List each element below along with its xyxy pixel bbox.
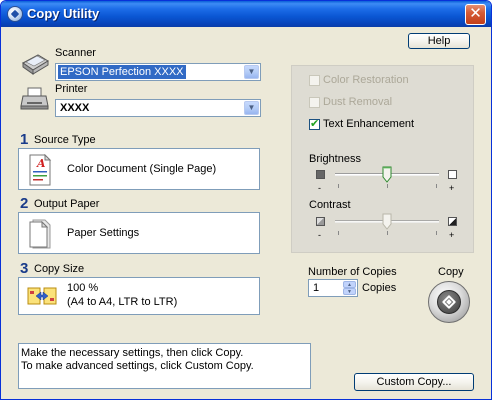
copy-size-icon: [27, 284, 57, 310]
brightness-high-icon: [448, 170, 457, 179]
close-button[interactable]: ✕: [465, 4, 486, 25]
brightness-label: Brightness: [309, 153, 361, 165]
printer-select[interactable]: XXXX ▼: [55, 99, 261, 117]
brightness-tick: [436, 184, 437, 188]
status-line-2: To make advanced settings, click Custom …: [21, 360, 254, 372]
text-enhancement-checkbox[interactable]: [309, 117, 320, 130]
contrast-plus: +: [449, 230, 455, 240]
app-icon: [7, 6, 23, 22]
step-title-copy-size: Copy Size: [34, 263, 85, 275]
chevron-down-icon[interactable]: ▼: [244, 65, 259, 79]
color-restoration-label: Color Restoration: [323, 74, 409, 86]
spin-up-button[interactable]: ▲: [343, 281, 356, 288]
svg-text:A: A: [36, 157, 46, 170]
color-restoration-checkbox[interactable]: [309, 75, 320, 86]
dust-removal-checkbox[interactable]: [309, 97, 320, 108]
brightness-low-icon: [316, 170, 325, 179]
window-title: Copy Utility: [27, 6, 100, 21]
chevron-down-icon[interactable]: ▼: [244, 101, 259, 115]
printer-icon: [20, 85, 50, 113]
step-title-output-paper: Output Paper: [34, 198, 100, 210]
dust-removal-label: Dust Removal: [323, 96, 393, 108]
scanner-value: EPSON Perfection XXXX: [58, 65, 186, 79]
status-line-1: Make the necessary settings, then click …: [21, 347, 244, 359]
contrast-tick: [387, 231, 388, 235]
brightness-plus: +: [449, 183, 455, 193]
output-paper-panel[interactable]: Paper Settings: [18, 212, 260, 254]
brightness-minus: -: [318, 183, 321, 193]
contrast-high-icon: [448, 217, 457, 226]
contrast-label: Contrast: [309, 199, 351, 211]
client-area: Help Scanner EPSON Perfection XXXX ▼ Pri…: [4, 27, 488, 397]
copy-utility-window: Copy Utility ✕ Help Scanner EPSON Perfec…: [0, 0, 492, 400]
copy-size-percent: 100 %: [67, 282, 99, 294]
paper-icon: [29, 219, 51, 249]
brightness-tick: [387, 184, 388, 188]
step-number-1: 1: [20, 131, 29, 148]
printer-value: XXXX: [60, 102, 90, 114]
contrast-tick: [436, 231, 437, 235]
source-type-value: Color Document (Single Page): [67, 163, 217, 175]
copies-spinner[interactable]: 1 ▲ ▼: [308, 279, 358, 297]
scanner-label: Scanner: [55, 47, 96, 59]
copies-value[interactable]: 1: [313, 282, 319, 294]
copies-label: Number of Copies: [308, 266, 397, 278]
printer-label: Printer: [55, 83, 88, 95]
output-paper-value: Paper Settings: [67, 227, 140, 239]
step-number-3: 3: [20, 260, 29, 277]
contrast-low-icon: [316, 217, 325, 226]
copy-button[interactable]: [428, 281, 470, 323]
copy-size-panel[interactable]: 100 % (A4 to A4, LTR to LTR): [18, 277, 260, 315]
source-type-panel[interactable]: A Color Document (Single Page): [18, 148, 260, 190]
contrast-tick: [338, 231, 339, 235]
spin-down-button[interactable]: ▼: [343, 288, 356, 295]
copy-button-label: Copy: [438, 266, 464, 278]
options-panel: Color Restoration Dust Removal Text Enha…: [291, 65, 474, 253]
step-title-source-type: Source Type: [34, 134, 96, 146]
copies-unit: Copies: [362, 282, 397, 294]
contrast-minus: -: [318, 230, 321, 240]
title-bar[interactable]: Copy Utility ✕: [1, 1, 491, 27]
color-document-icon: A: [28, 153, 52, 186]
custom-copy-button[interactable]: Custom Copy...: [354, 373, 474, 391]
chevron-down-icon: ▼: [347, 289, 352, 295]
scanner-icon: [20, 49, 50, 77]
close-icon: ✕: [469, 5, 482, 22]
contrast-slider-thumb[interactable]: [382, 213, 392, 230]
scanner-select[interactable]: EPSON Perfection XXXX ▼: [55, 63, 261, 81]
copy-start-icon: [437, 290, 461, 314]
help-button[interactable]: Help: [408, 33, 470, 49]
status-message-box: Make the necessary settings, then click …: [18, 343, 311, 389]
brightness-slider-thumb[interactable]: [382, 166, 392, 183]
copy-size-detail: (A4 to A4, LTR to LTR): [67, 296, 178, 308]
text-enhancement-label: Text Enhancement: [323, 118, 415, 130]
brightness-tick: [338, 184, 339, 188]
step-number-2: 2: [20, 195, 29, 212]
